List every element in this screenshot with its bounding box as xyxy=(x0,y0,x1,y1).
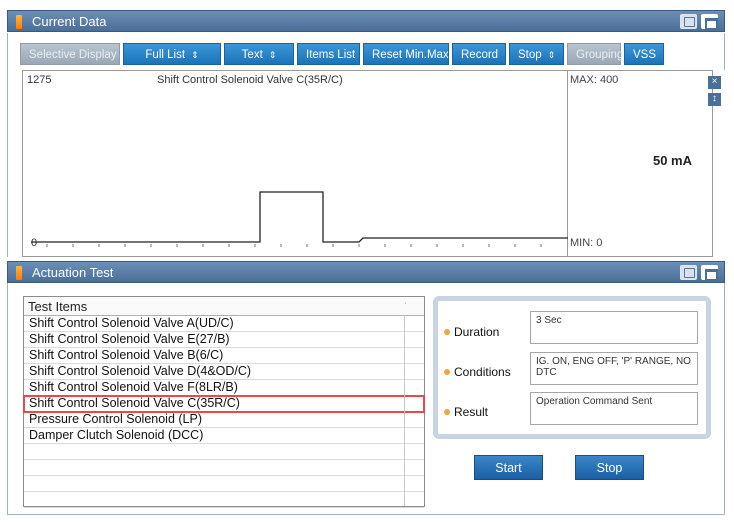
test-item-row[interactable]: Shift Control Solenoid Valve D(4&OD/C) xyxy=(24,364,424,380)
signal-graph: 1275 Shift Control Solenoid Valve C(35R/… xyxy=(22,70,569,257)
actuation-test-title-bar: Actuation Test xyxy=(7,261,725,283)
graph-ticks xyxy=(46,244,542,247)
toolbar-button-label: Reset Min.Max xyxy=(372,49,449,61)
refresh-icon[interactable] xyxy=(680,265,697,280)
result-label: Result xyxy=(443,405,489,419)
toolbar-button-full-list[interactable]: Full List ⇕ xyxy=(123,43,221,65)
actuation-test-title: Actuation Test xyxy=(32,265,114,280)
toolbar-button-text[interactable]: Text ⇕ xyxy=(224,43,294,65)
start-button[interactable]: Start xyxy=(474,455,543,480)
toolbar-button-vss[interactable]: VSS xyxy=(624,43,664,65)
result-value: Operation Command Sent xyxy=(530,392,698,425)
test-item-row[interactable]: Pressure Control Solenoid (LP) xyxy=(24,412,424,428)
refresh-icon[interactable] xyxy=(680,14,697,29)
test-item-row[interactable] xyxy=(24,492,424,508)
range-min-label: MIN: 0 xyxy=(570,237,603,249)
test-info-box: Duration 3 Sec Conditions IG. ON, ENG OF… xyxy=(433,296,711,439)
dropdown-arrow-icon: ⇕ xyxy=(547,50,556,60)
current-data-title: Current Data xyxy=(32,14,107,29)
conditions-value: IG. ON, ENG OFF, 'P' RANGE, NO DTC xyxy=(530,352,698,385)
expand-graph-icon[interactable]: ↕ xyxy=(708,93,721,106)
graph-side-strip: × ↕ xyxy=(708,70,725,257)
toolbar-button-label: Record xyxy=(461,49,499,61)
toolbar-button-label: VSS xyxy=(633,49,657,61)
current-reading: 50 mA xyxy=(652,153,692,168)
stop-button[interactable]: Stop xyxy=(575,455,644,480)
signal-plot xyxy=(31,191,569,247)
duration-label: Duration xyxy=(443,325,500,339)
test-item-row[interactable] xyxy=(24,460,424,476)
test-item-row[interactable]: Shift Control Solenoid Valve E(27/B) xyxy=(24,332,424,348)
test-items-list: Shift Control Solenoid Valve A(UD/C) Shif… xyxy=(23,316,425,508)
duration-value: 3 Sec xyxy=(530,311,698,344)
table-column-divider xyxy=(404,315,405,506)
test-item-row[interactable]: Shift Control Solenoid Valve B(6/C) xyxy=(24,348,424,364)
signal-line xyxy=(31,191,569,243)
dropdown-arrow-icon: ⇕ xyxy=(268,50,277,60)
toolbar-button-label: Stop xyxy=(518,49,542,61)
graph-range-panel: MAX: 400 50 mA MIN: 0 xyxy=(568,70,713,257)
toolbar-button-label: Text xyxy=(241,49,263,61)
conditions-label: Conditions xyxy=(444,365,511,379)
flag-icon xyxy=(16,266,22,280)
toolbar-button-grouping[interactable]: Grouping xyxy=(567,43,624,65)
test-items-header-label: Test Items xyxy=(28,299,88,314)
toolbar-button-reset-min-max[interactable]: Reset Min.Max xyxy=(363,43,449,65)
test-item-row[interactable]: Shift Control Solenoid Valve C(35R/C) xyxy=(23,395,425,413)
toolbar-button-label: Full List xyxy=(145,49,186,61)
toolbar-button-label: Grouping xyxy=(576,49,624,61)
dropdown-arrow-icon: ⇕ xyxy=(191,50,199,60)
test-items-table: Test Items ˈ Shift Control Solenoid Valv… xyxy=(23,296,425,508)
test-item-row[interactable]: Shift Control Solenoid Valve F(8LR/B) xyxy=(24,380,424,396)
restore-window-icon[interactable] xyxy=(701,265,718,281)
test-item-row[interactable] xyxy=(24,476,424,492)
toolbar-button-selective-display[interactable]: Selective Display⇕ xyxy=(20,43,130,65)
test-item-row[interactable] xyxy=(24,444,424,460)
toolbar-button-items-list[interactable]: Items List⇕ xyxy=(297,43,369,65)
test-items-header[interactable]: Test Items ˈ xyxy=(24,297,424,316)
sort-icon: ˈ xyxy=(404,301,407,311)
close-graph-icon[interactable]: × xyxy=(708,76,721,89)
flag-icon xyxy=(16,15,22,29)
current-data-title-bar: Current Data xyxy=(7,10,725,32)
toolbar-button-stop[interactable]: Stop ⇕ xyxy=(509,43,564,65)
test-item-row[interactable]: Shift Control Solenoid Valve A(UD/C) xyxy=(24,316,424,332)
test-item-row[interactable]: Damper Clutch Solenoid (DCC) xyxy=(24,428,424,444)
toolbar-button-label: Items List xyxy=(306,49,356,61)
restore-window-icon[interactable] xyxy=(701,14,718,30)
range-max-label: MAX: 400 xyxy=(570,74,619,86)
current-data-toolbar: Selective Display⇕Full List⇕Text⇕Items L… xyxy=(20,43,664,65)
toolbar-button-record[interactable]: Record xyxy=(452,43,506,65)
toolbar-button-label: Selective Display xyxy=(29,49,117,61)
